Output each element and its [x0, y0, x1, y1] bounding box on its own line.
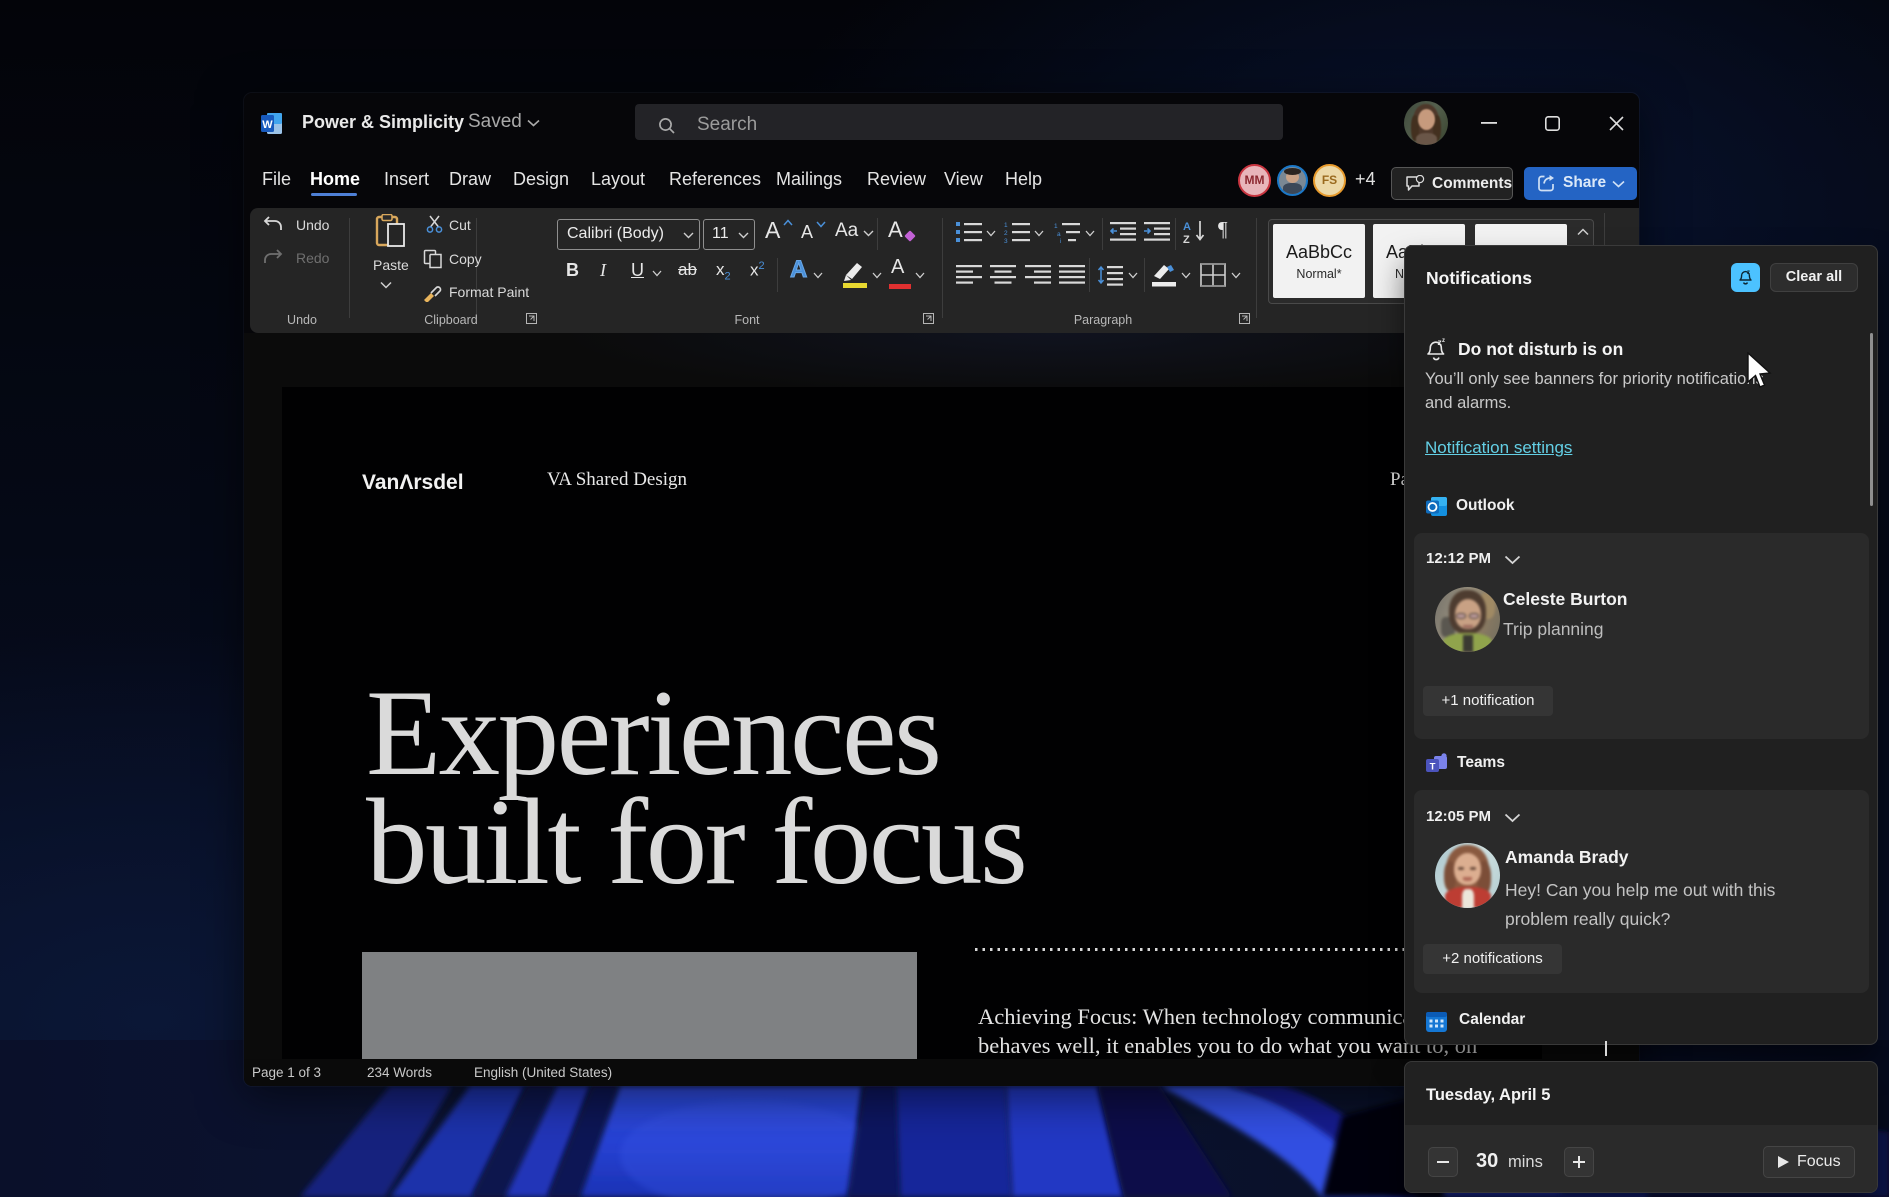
- svg-text:z: z: [1442, 338, 1445, 344]
- svg-text:3: 3: [1004, 238, 1008, 243]
- svg-text:Z: Z: [1183, 234, 1190, 245]
- svg-text:T: T: [1430, 762, 1436, 773]
- svg-text:1: 1: [1054, 223, 1058, 230]
- svg-text:a: a: [1057, 231, 1061, 238]
- svg-text:2: 2: [1004, 230, 1008, 237]
- svg-text:z: z: [1747, 270, 1750, 276]
- svg-text:i: i: [1060, 238, 1061, 243]
- svg-text:1: 1: [1004, 222, 1008, 229]
- svg-text:A: A: [1183, 221, 1191, 233]
- svg-text:W: W: [262, 119, 273, 131]
